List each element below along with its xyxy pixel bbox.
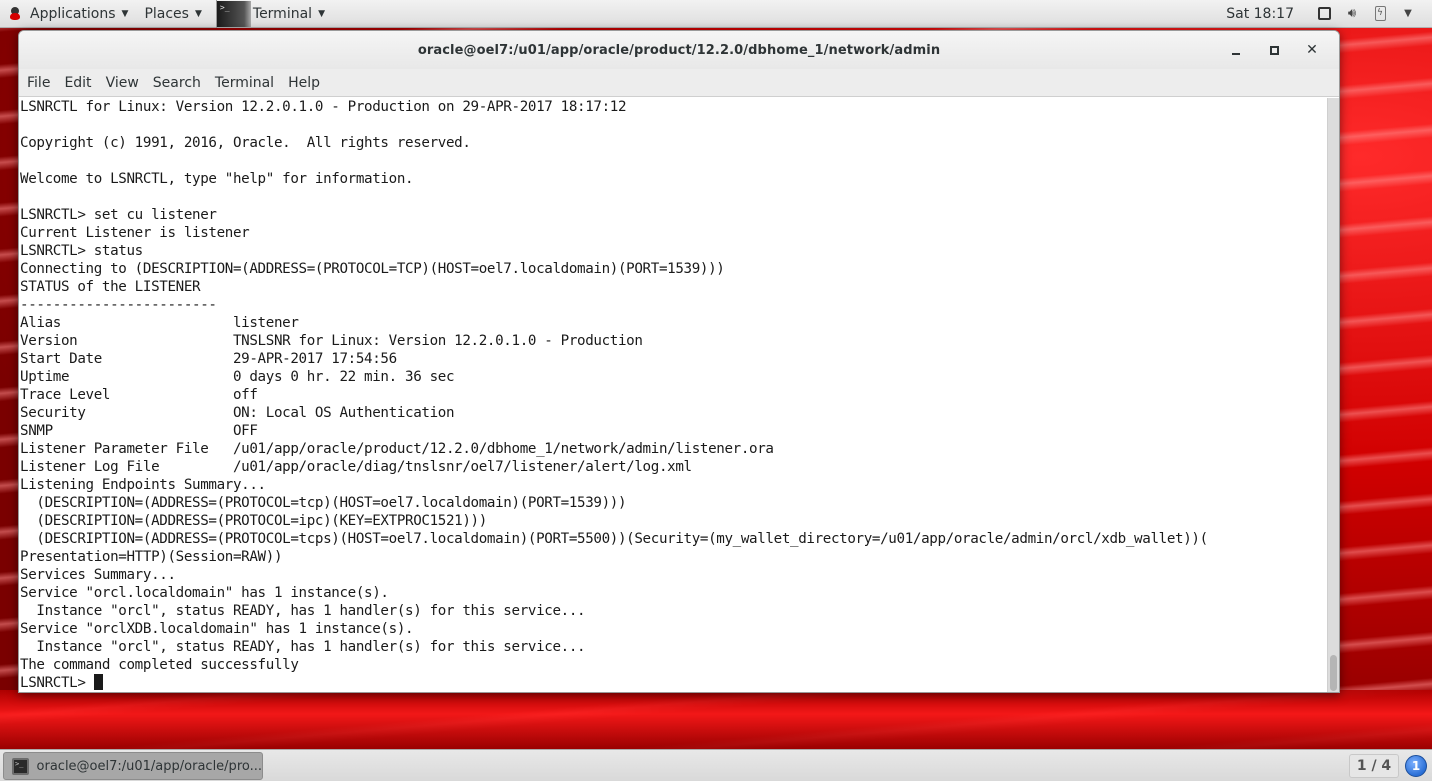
vertical-scrollbar[interactable] bbox=[1327, 98, 1339, 692]
taskbar-terminal-button[interactable]: >_ oracle@oel7:/u01/app/oracle/pro... bbox=[3, 752, 263, 780]
terminal-line: (DESCRIPTION=(ADDRESS=(PROTOCOL=ipc)(KEY… bbox=[20, 513, 487, 529]
applications-icon bbox=[8, 6, 22, 21]
window-titlebar[interactable]: oracle@oel7:/u01/app/oracle/product/12.2… bbox=[19, 31, 1339, 69]
window-title: oracle@oel7:/u01/app/oracle/product/12.2… bbox=[417, 42, 941, 58]
close-button[interactable]: ✕ bbox=[1293, 36, 1331, 64]
taskbar-terminal-label: oracle@oel7:/u01/app/oracle/pro... bbox=[36, 758, 262, 774]
terminal-line: Start Date 29-APR-2017 17:54:56 bbox=[20, 351, 397, 367]
places-menu[interactable]: Places ▼ bbox=[136, 0, 209, 28]
terminal-line: Presentation=HTTP)(Session=RAW)) bbox=[20, 549, 283, 565]
terminal-line: Alias listener bbox=[20, 315, 299, 331]
terminal-line: Trace Level off bbox=[20, 387, 258, 403]
terminal-window: oracle@oel7:/u01/app/oracle/product/12.2… bbox=[18, 30, 1340, 693]
system-menu-chevron-icon[interactable]: ▼ bbox=[1400, 6, 1416, 22]
maximize-button[interactable] bbox=[1255, 36, 1293, 64]
terminal-icon: >_ bbox=[216, 0, 251, 27]
applications-label: Applications bbox=[30, 5, 116, 22]
terminal-text: LSNRCTL for Linux: Version 12.2.0.1.0 - … bbox=[19, 98, 1328, 674]
screen-icon[interactable] bbox=[1316, 6, 1332, 22]
terminal-line: STATUS of the LISTENER bbox=[20, 279, 201, 295]
places-label: Places bbox=[144, 5, 189, 22]
terminal-line: Listening Endpoints Summary... bbox=[20, 477, 266, 493]
terminal-line: Instance "orcl", status READY, has 1 han… bbox=[20, 603, 586, 619]
terminal-line: Service "orcl.localdomain" has 1 instanc… bbox=[20, 585, 389, 601]
menu-file[interactable]: File bbox=[19, 69, 57, 97]
terminal-line: (DESCRIPTION=(ADDRESS=(PROTOCOL=tcp)(HOS… bbox=[20, 495, 627, 511]
clock[interactable]: Sat 18:17 bbox=[1226, 6, 1294, 22]
menu-view[interactable]: View bbox=[99, 69, 146, 97]
top-panel: Applications ▼ Places ▼ >_ Terminal ▼ Sa… bbox=[0, 0, 1432, 28]
terminal-line: Security ON: Local OS Authentication bbox=[20, 405, 455, 421]
menu-search[interactable]: Search bbox=[146, 69, 208, 97]
minimize-button[interactable] bbox=[1217, 36, 1255, 64]
battery-icon[interactable]: ϟ bbox=[1372, 6, 1388, 22]
terminal-line: Connecting to (DESCRIPTION=(ADDRESS=(PRO… bbox=[20, 261, 725, 277]
terminal-line: Version TNSLSNR for Linux: Version 12.2.… bbox=[20, 333, 643, 349]
terminal-line: Listener Log File /u01/app/oracle/diag/t… bbox=[20, 459, 692, 475]
terminal-prompt: LSNRCTL> bbox=[20, 675, 94, 691]
terminal-line: Service "orclXDB.localdomain" has 1 inst… bbox=[20, 621, 414, 637]
bottom-panel: >_ oracle@oel7:/u01/app/oracle/pro... 1 … bbox=[0, 749, 1432, 781]
terminal-line: Instance "orcl", status READY, has 1 han… bbox=[20, 639, 586, 655]
terminal-line: LSNRCTL for Linux: Version 12.2.0.1.0 - … bbox=[20, 99, 627, 115]
terminal-output[interactable]: LSNRCTL for Linux: Version 12.2.0.1.0 - … bbox=[19, 98, 1328, 692]
terminal-line: LSNRCTL> set cu listener bbox=[20, 207, 217, 223]
terminal-line: Welcome to LSNRCTL, type "help" for info… bbox=[20, 171, 414, 187]
chevron-down-icon: ▼ bbox=[121, 8, 129, 19]
scrollbar-thumb[interactable] bbox=[1330, 655, 1337, 691]
minimize-icon bbox=[1232, 53, 1240, 55]
terminal-prompt-line[interactable]: LSNRCTL> bbox=[19, 674, 1328, 692]
terminal-line: Services Summary... bbox=[20, 567, 176, 583]
chevron-down-icon: ▼ bbox=[318, 8, 325, 19]
workspace-switcher[interactable]: 1 / 4 bbox=[1349, 754, 1399, 778]
menu-terminal[interactable]: Terminal bbox=[208, 69, 281, 97]
close-icon: ✕ bbox=[1306, 42, 1318, 58]
terminal-line: SNMP OFF bbox=[20, 423, 258, 439]
applications-menu[interactable]: Applications ▼ bbox=[0, 0, 136, 28]
notification-badge[interactable]: 1 bbox=[1405, 755, 1427, 777]
volume-icon[interactable]: 🔊︎ bbox=[1344, 6, 1360, 22]
menubar: File Edit View Search Terminal Help bbox=[19, 69, 1339, 97]
terminal-line: LSNRCTL> status bbox=[20, 243, 143, 259]
terminal-line: The command completed successfully bbox=[20, 657, 299, 673]
terminal-line: Listener Parameter File /u01/app/oracle/… bbox=[20, 441, 774, 457]
terminal-line: ------------------------ bbox=[20, 297, 217, 313]
text-cursor bbox=[93, 674, 103, 690]
terminal-line: Uptime 0 days 0 hr. 22 min. 36 sec bbox=[20, 369, 455, 385]
terminal-line: Current Listener is listener bbox=[20, 225, 250, 241]
terminal-icon: >_ bbox=[12, 757, 29, 775]
active-app-menu[interactable]: >_ Terminal ▼ bbox=[215, 0, 333, 28]
menu-help[interactable]: Help bbox=[281, 69, 327, 97]
terminal-line: Copyright (c) 1991, 2016, Oracle. All ri… bbox=[20, 135, 471, 151]
chevron-down-icon: ▼ bbox=[194, 8, 202, 19]
terminal-line: (DESCRIPTION=(ADDRESS=(PROTOCOL=tcps)(HO… bbox=[20, 531, 1208, 547]
maximize-icon bbox=[1269, 45, 1279, 55]
active-app-label: Terminal bbox=[252, 5, 313, 22]
menu-edit[interactable]: Edit bbox=[57, 69, 98, 97]
